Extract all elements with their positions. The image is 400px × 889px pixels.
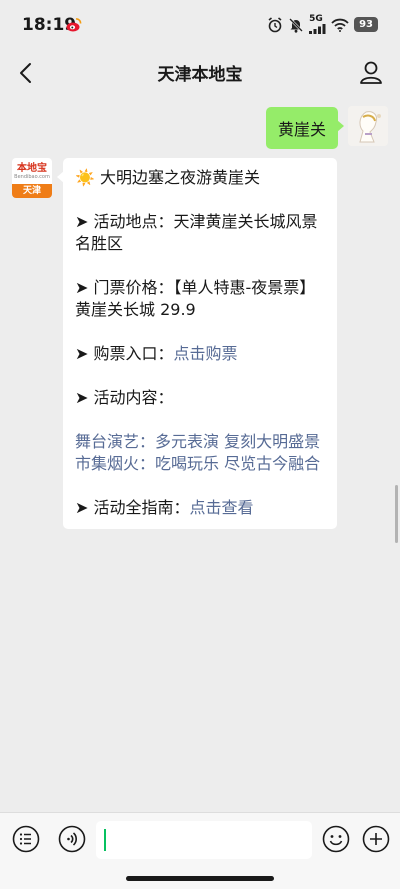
wifi-icon [331,18,349,32]
guide-link[interactable]: 点击查看 [190,498,254,517]
add-more-icon[interactable] [362,825,390,853]
avatar-brand-text: 本地宝 [17,162,47,174]
status-icons: 5G 93 [267,15,378,34]
mute-bell-icon [289,17,303,33]
home-indicator[interactable] [126,876,274,881]
buy-label: ➤ 购票入口： [75,344,174,363]
price-line: ➤ 门票价格：【单人特惠-夜景票】黄崖关长城 29.9 [75,278,316,319]
scrollbar-thumb[interactable] [395,485,398,543]
buy-ticket-link[interactable]: 点击购票 [174,344,238,363]
avatar-site-text: Bendibao.com [14,173,50,180]
message-input[interactable] [96,821,312,859]
status-bar: 18:19 5G 93 [0,0,400,52]
official-account-avatar[interactable]: 本地宝 Bendibao.com 天津 [12,158,52,198]
voice-icon[interactable] [58,825,86,853]
emoji-icon[interactable] [322,825,350,853]
stage-performance-link[interactable]: 舞台演艺：多元表演 复刻大明盛景 [75,431,325,453]
alarm-icon [268,16,282,32]
battery-level: 93 [354,17,378,32]
guide-line: ➤ 活动全指南：点击查看 [75,497,325,519]
market-link[interactable]: 市集烟火：吃喝玩乐 尽览古今融合 [75,453,325,475]
user-avatar[interactable] [348,106,388,146]
sun-emoji: ☀️ [75,168,95,187]
avatar-city-text: 天津 [12,184,52,198]
menu-list-icon[interactable] [12,825,40,853]
cellular-signal-icon: 5G [309,15,326,34]
text-cursor [104,829,106,851]
message-title: 大明边塞之夜游黄崖关 [100,168,261,187]
avatar-brand-area: 本地宝 Bendibao.com [12,158,52,184]
message-title-line: ☀️ 大明边塞之夜游黄崖关 [75,167,325,189]
weibo-icon [66,18,82,32]
buy-line: ➤ 购票入口：点击购票 [75,343,325,365]
outgoing-message[interactable]: 黄崖关 [265,107,345,149]
content-heading: ➤ 活动内容： [75,388,174,407]
profile-icon[interactable] [356,57,386,87]
network-type-label: 5G [309,14,323,24]
location-line: ➤ 活动地点：天津黄崖关长城风景名胜区 [75,212,318,253]
chat-title: 天津本地宝 [157,65,243,85]
incoming-message[interactable]: ☀️ 大明边塞之夜游黄崖关 ➤ 活动地点：天津黄崖关长城风景名胜区 ➤ 门票价格… [57,158,337,529]
nav-bar: 天津本地宝 [0,52,400,94]
guide-label: ➤ 活动全指南： [75,498,190,517]
